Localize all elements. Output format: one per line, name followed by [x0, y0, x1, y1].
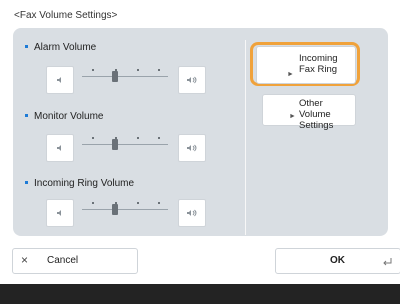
slider-tick — [137, 202, 139, 204]
incoming-ring-volume-down-button[interactable] — [46, 199, 74, 227]
slider-thumb[interactable] — [112, 204, 118, 215]
speaker-low-icon — [57, 210, 61, 216]
status-bar — [0, 284, 400, 304]
speaker-high-icon — [187, 144, 197, 152]
slider-tick — [92, 202, 94, 204]
other-volume-settings-button[interactable]: Other Volume Settings ► — [262, 94, 356, 131]
slider-tick — [137, 137, 139, 139]
bullet-icon — [25, 44, 28, 48]
slider-tick — [137, 69, 139, 71]
slider-thumb[interactable] — [112, 139, 118, 150]
slider-tick — [92, 69, 94, 71]
monitor-volume-up-button[interactable] — [178, 134, 206, 162]
incoming-ring-volume-label: Incoming Ring Volume — [25, 178, 134, 189]
panel-divider — [245, 40, 246, 235]
bullet-icon — [25, 180, 28, 184]
alarm-volume-label: Alarm Volume — [25, 42, 96, 53]
arrow-corner-icon: ► — [287, 71, 294, 78]
incoming-ring-volume-slider[interactable] — [82, 200, 168, 220]
screen-title: <Fax Volume Settings> — [14, 10, 118, 21]
arrow-corner-icon: ► — [289, 113, 296, 120]
speaker-high-icon — [187, 76, 197, 84]
slider-tick — [158, 202, 160, 204]
ok-label: OK — [330, 255, 345, 266]
slider-tick — [158, 137, 160, 139]
incoming-ring-volume-up-button[interactable] — [178, 199, 206, 227]
incoming-fax-ring-button[interactable]: Incoming Fax Ring ► — [256, 46, 356, 84]
alarm-volume-slider[interactable] — [82, 67, 168, 87]
ok-button[interactable]: OK — [275, 248, 400, 274]
monitor-volume-down-button[interactable] — [46, 134, 74, 162]
bullet-icon — [25, 113, 28, 117]
monitor-volume-label: Monitor Volume — [25, 111, 103, 122]
incoming-fax-ring-label: Incoming Fax Ring — [299, 53, 338, 75]
close-icon: × — [21, 253, 29, 267]
speaker-high-icon — [187, 209, 197, 217]
alarm-volume-up-button[interactable] — [178, 66, 206, 94]
enter-icon — [383, 258, 392, 266]
speaker-low-icon — [57, 145, 61, 151]
slider-tick — [92, 137, 94, 139]
cancel-button[interactable]: × Cancel — [12, 248, 138, 274]
monitor-volume-slider[interactable] — [82, 135, 168, 155]
speaker-low-icon — [57, 77, 61, 83]
slider-tick — [158, 69, 160, 71]
alarm-volume-down-button[interactable] — [46, 66, 74, 94]
slider-thumb[interactable] — [112, 71, 118, 82]
other-volume-settings-label: Other Volume Settings — [299, 98, 334, 131]
cancel-label: Cancel — [47, 255, 79, 266]
